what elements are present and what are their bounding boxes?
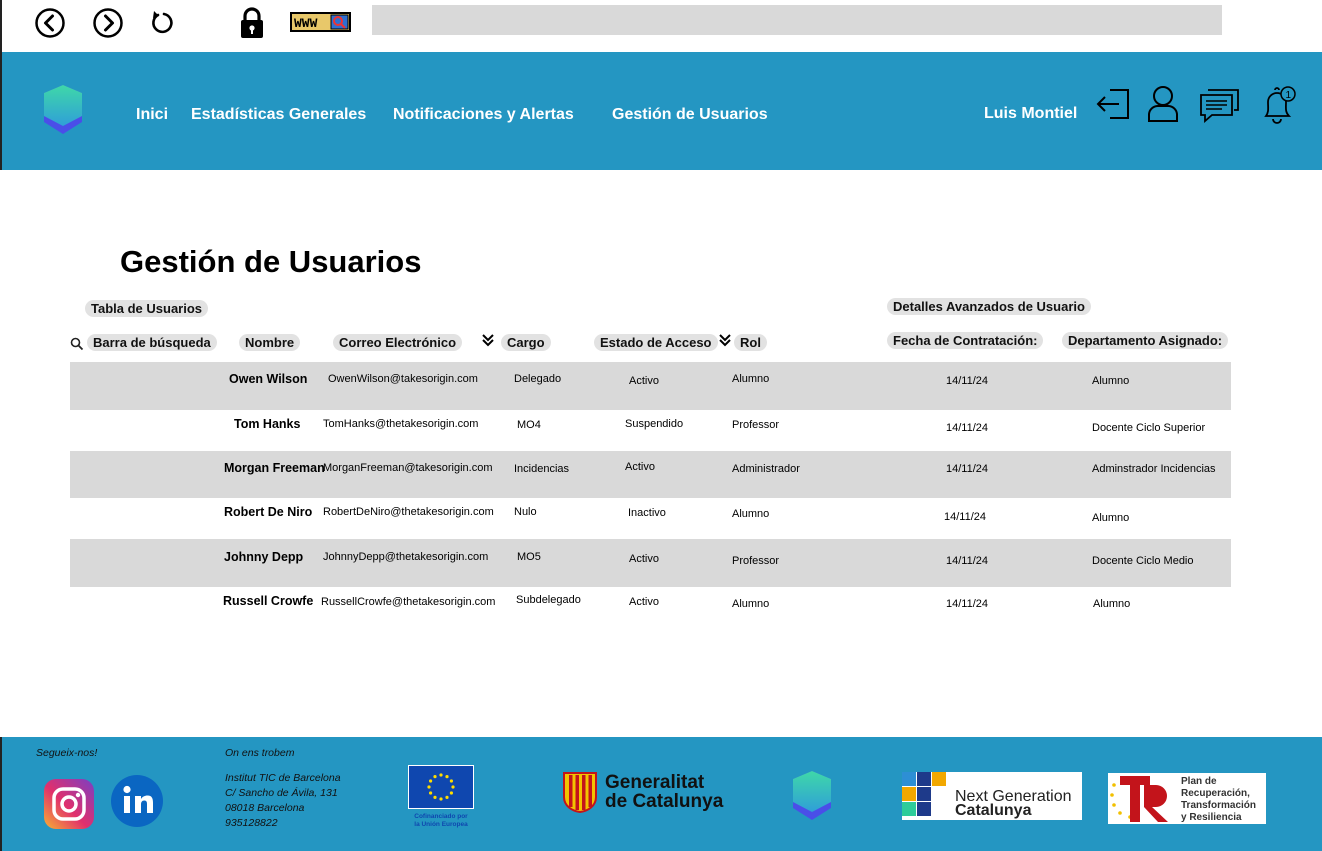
cell-departamento: Alumno [1092, 512, 1130, 524]
app-logo-footer [791, 770, 833, 827]
cell-estado: Activo [629, 596, 659, 608]
column-header-fecha[interactable]: Fecha de Contratación: [887, 332, 1044, 349]
page-title: Gestión de Usuarios [120, 244, 422, 279]
cell-email: MorganFreeman@takesorigin.com [323, 462, 493, 474]
app-header: Inici Estadísticas Generales Notificacio… [0, 52, 1322, 170]
cell-email: OwenWilson@takesorigin.com [328, 373, 478, 385]
svg-text:WWW: WWW [294, 16, 318, 31]
column-header-email[interactable]: Correo Electrónico [333, 334, 463, 351]
instagram-icon[interactable] [43, 778, 95, 835]
cell-cargo: MO4 [517, 419, 541, 431]
phone-number: 935128822 [225, 817, 278, 829]
cell-fecha: 14/11/24 [946, 463, 989, 475]
cell-fecha: 14/11/24 [946, 555, 989, 567]
sort-double-chevron-icon[interactable] [718, 333, 732, 350]
follow-label: Segueix-nos! [36, 747, 98, 759]
cell-departamento: Alumno [1093, 598, 1131, 610]
cell-email: RobertDeNiro@thetakesorigin.com [323, 506, 494, 518]
reload-button[interactable] [148, 7, 178, 42]
nav-estadisticas[interactable]: Estadísticas Generales [191, 106, 366, 124]
generalitat-text: Generalitat de Catalunya [605, 772, 724, 812]
cell-departamento: Adminstrador Incidencias [1092, 463, 1216, 475]
column-header-departamento[interactable]: Departamento Asignado: [1062, 332, 1229, 349]
location-label: On ens trobem [225, 747, 295, 759]
www-icon: WWW [290, 12, 352, 37]
recovery-plan-line: Transformación [1181, 800, 1257, 811]
cell-fecha: 14/11/24 [946, 375, 989, 387]
cell-departamento: Docente Ciclo Superior [1092, 422, 1206, 434]
messages-icon[interactable] [1198, 84, 1242, 129]
page-footer: Segueix-nos! On ens trobem Institut TIC … [0, 737, 1322, 851]
back-button[interactable] [34, 7, 66, 44]
column-header-cargo[interactable]: Cargo [501, 334, 551, 351]
address-bar[interactable] [372, 5, 1222, 35]
address-line: C/ Sancho de Ávila, 131 [225, 787, 338, 799]
recovery-plan-line: Plan de [1181, 776, 1217, 787]
cell-email: RussellCrowfe@thetakesorigin.com [321, 596, 496, 608]
cell-estado: Inactivo [628, 507, 666, 519]
cell-fecha: 14/11/24 [946, 422, 989, 434]
cell-fecha: 14/11/24 [946, 598, 989, 610]
cell-name: Russell Crowfe [223, 594, 314, 608]
cell-rol: Administrador [732, 463, 800, 475]
eu-caption: Cofinanciado por la Unión Europea [414, 813, 468, 828]
search-bar[interactable]: Barra de búsqueda [87, 334, 217, 351]
cell-email: JohnnyDepp@thetakesorigin.com [323, 551, 489, 563]
cell-rol: Alumno [732, 598, 770, 610]
reload-icon [152, 11, 173, 34]
cell-cargo: MO5 [517, 551, 541, 563]
cell-rol: Professor [732, 419, 780, 431]
cell-name: Tom Hanks [234, 417, 301, 431]
cell-rol: Alumno [732, 373, 770, 385]
browser-toolbar: WWW [0, 0, 1322, 52]
nav-inici[interactable]: Inici [136, 106, 168, 124]
generalitat-logo [562, 771, 598, 818]
cell-name: Morgan Freeman [224, 461, 325, 475]
logout-icon[interactable] [1095, 84, 1133, 129]
search-icon[interactable] [70, 337, 84, 356]
cell-cargo: Delegado [514, 373, 562, 385]
lock-icon [238, 6, 266, 45]
column-header-estado[interactable]: Estado de Acceso [594, 334, 718, 351]
cell-rol: Alumno [732, 508, 770, 520]
cell-rol: Professor [732, 555, 780, 567]
cell-cargo: Subdelegado [516, 594, 581, 606]
cell-name: Robert De Niro [224, 505, 313, 519]
column-header-name[interactable]: Nombre [239, 334, 301, 351]
chevron-right-circle-icon [93, 8, 123, 38]
table-label: Tabla de Usuarios [85, 300, 209, 317]
cell-email: TomHanks@thetakesorigin.com [323, 418, 479, 430]
recovery-plan-line: y Resiliencia [1181, 812, 1242, 823]
chevron-left-circle-icon [35, 8, 65, 38]
user-profile-icon[interactable] [1144, 84, 1182, 129]
next-generation-line2: Catalunya [955, 802, 1032, 819]
nav-gestion-usuarios[interactable]: Gestión de Usuarios [612, 106, 768, 124]
app-logo[interactable] [42, 84, 84, 141]
cell-estado: Activo [629, 375, 659, 387]
eu-flag-logo [408, 765, 474, 809]
address-line: Institut TIC de Barcelona [225, 772, 341, 784]
cell-name: Owen Wilson [229, 372, 308, 386]
user-name[interactable]: Luis Montiel [984, 105, 1077, 123]
linkedin-icon[interactable] [110, 774, 164, 833]
cell-estado: Suspendido [625, 418, 684, 430]
sort-double-chevron-icon[interactable] [481, 333, 495, 350]
cell-departamento: Docente Ciclo Medio [1092, 555, 1194, 567]
nav-notificaciones[interactable]: Notificaciones y Alertas [393, 106, 574, 124]
cell-cargo: Incidencias [514, 463, 570, 475]
cell-estado: Activo [625, 461, 655, 473]
cell-name: Johnny Depp [224, 550, 304, 564]
column-header-rol[interactable]: Rol [734, 334, 767, 351]
recovery-plan-line: Recuperación, [1181, 788, 1250, 799]
cell-departamento: Alumno [1092, 375, 1130, 387]
advanced-details-label: Detalles Avanzados de Usuario [887, 298, 1091, 315]
address-line: 08018 Barcelona [225, 802, 305, 814]
cell-fecha: 14/11/24 [944, 511, 987, 523]
cell-estado: Activo [629, 553, 659, 565]
cell-cargo: Nulo [514, 506, 537, 518]
notification-count: 1 [1286, 90, 1292, 101]
forward-button[interactable] [92, 7, 124, 44]
notifications-bell-icon[interactable]: 1 [1258, 84, 1298, 131]
